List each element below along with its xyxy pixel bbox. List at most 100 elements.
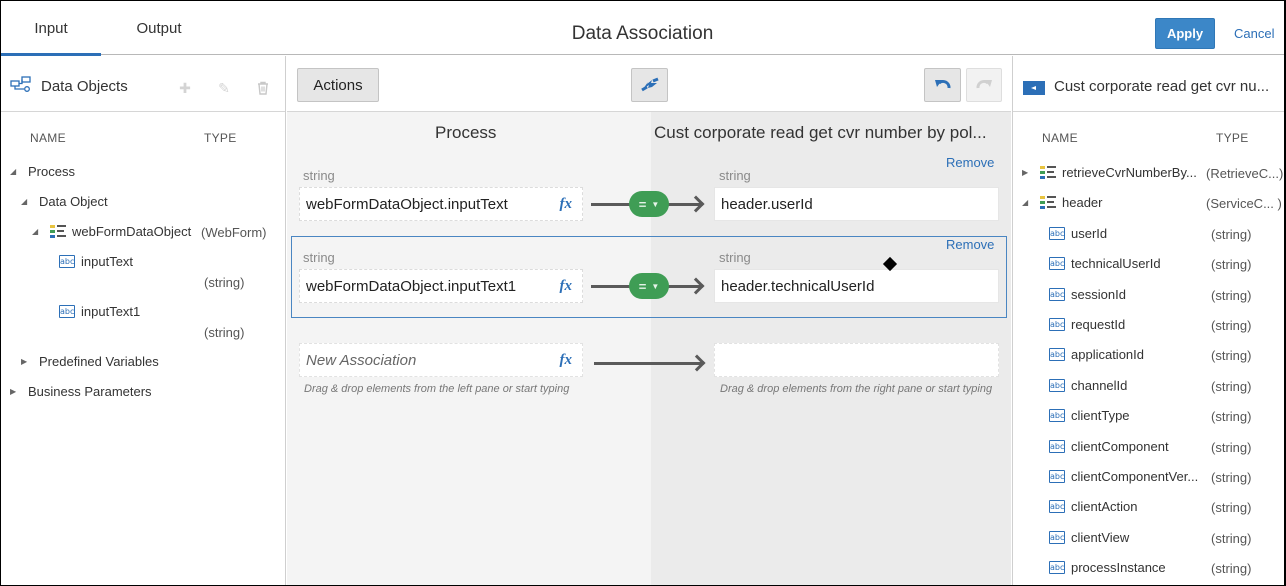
new-association-source-input[interactable]: New Association fx: [299, 343, 583, 377]
tree-item-label: inputText: [81, 254, 134, 269]
tree-item-inputtext1[interactable]: abc inputText1: [59, 304, 140, 319]
structure-icon: [1040, 165, 1056, 180]
tree-item[interactable]: abc technicalUserId: [1049, 256, 1161, 271]
tree-item-business-parameters[interactable]: ▶ Business Parameters: [10, 384, 152, 399]
tree-item[interactable]: abc clientAction: [1049, 499, 1137, 514]
tree-item-process[interactable]: ◢ Process: [10, 164, 75, 179]
auto-map-button[interactable]: [631, 68, 668, 102]
tree-item[interactable]: abc channelId: [1049, 378, 1127, 393]
structure-icon: [50, 224, 66, 239]
expanded-triangle-icon[interactable]: ◢: [21, 197, 31, 207]
tree-item-type: (string): [1211, 257, 1252, 273]
type-column-header: TYPE: [204, 131, 237, 145]
operator-dropdown[interactable]: = ▼: [629, 273, 669, 299]
tree-item-label: clientComponent: [1071, 438, 1169, 454]
tree-item-predefined-variables[interactable]: ▶ Predefined Variables: [21, 354, 159, 369]
tree-item-label: Predefined Variables: [39, 354, 159, 369]
tree-item-label: webFormDataObject: [72, 224, 192, 239]
target-expression-field[interactable]: header.technicalUserId: [714, 269, 999, 303]
string-icon: abc: [1049, 530, 1065, 544]
undo-icon: [934, 80, 950, 89]
tree-item-type: (string): [1211, 226, 1252, 242]
apply-button[interactable]: Apply: [1155, 18, 1215, 49]
collapsed-triangle-icon[interactable]: ▶: [21, 357, 31, 367]
expression-builder-icon[interactable]: fx: [560, 352, 573, 369]
expanded-triangle-icon[interactable]: ◢: [10, 167, 20, 177]
structure-icon: [1040, 195, 1056, 210]
cancel-button[interactable]: Cancel: [1234, 26, 1274, 41]
expanded-triangle-icon[interactable]: ◢: [32, 227, 42, 237]
tree-item-label: userId: [1071, 225, 1108, 241]
tree-item-data-object[interactable]: ◢ Data Object: [21, 194, 108, 209]
data-objects-title: Data Objects: [41, 78, 128, 95]
left-drop-hint: Drag & drop elements from the left pane …: [304, 383, 570, 395]
tree-item-label: sessionId: [1071, 286, 1126, 302]
expanded-triangle-icon[interactable]: ◢: [1022, 198, 1032, 208]
source-expression-field[interactable]: webFormDataObject.inputText1 fx: [299, 269, 583, 303]
tree-item[interactable]: abc userId: [1049, 226, 1107, 241]
source-expression-value: webFormDataObject.inputText1: [306, 277, 517, 295]
remove-association-button[interactable]: Remove: [946, 155, 994, 170]
tree-item[interactable]: abc clientType: [1049, 408, 1130, 423]
remove-association-button[interactable]: Remove: [946, 237, 994, 252]
undo-button[interactable]: [924, 68, 961, 102]
service-data-pane: Cust corporate read get cvr nu... NAME T…: [1012, 56, 1284, 585]
tree-item-label: clientAction: [1071, 499, 1138, 515]
tree-item[interactable]: abc clientComponent: [1049, 439, 1169, 454]
new-association-target-input[interactable]: [714, 343, 999, 377]
target-expression-value: header.userId: [721, 195, 813, 213]
dialog-header: Input Output Data Association Apply Canc…: [1, 1, 1284, 56]
auto-map-icon: [640, 77, 659, 92]
string-icon: abc: [1049, 378, 1065, 392]
target-expression-field[interactable]: header.userId: [714, 187, 999, 221]
tree-item-inputtext[interactable]: abc inputText: [59, 254, 133, 269]
source-expression-field[interactable]: webFormDataObject.inputText fx: [299, 187, 583, 221]
tree-item-type: (string): [204, 275, 245, 290]
collapsed-triangle-icon[interactable]: ▶: [10, 387, 20, 397]
tree-item-label: Data Object: [39, 194, 108, 209]
string-icon: abc: [1049, 470, 1065, 483]
service-data-header: Cust corporate read get cvr nu...: [1013, 56, 1284, 112]
tree-item-label: Business Parameters: [28, 384, 152, 399]
source-type-label: string: [303, 168, 335, 183]
string-icon: abc: [59, 255, 75, 268]
tree-item[interactable]: abc clientView: [1049, 530, 1129, 545]
tree-item-type: (string): [1211, 530, 1252, 546]
string-icon: abc: [1049, 287, 1065, 301]
string-icon: abc: [1049, 439, 1065, 453]
tree-item-webformdataobject[interactable]: ◢ webFormDataObject: [32, 224, 191, 239]
string-icon: abc: [1049, 348, 1065, 362]
data-objects-icon: [10, 76, 31, 92]
source-expression-value: webFormDataObject.inputText: [306, 195, 508, 213]
actions-button[interactable]: Actions: [297, 68, 379, 102]
string-icon: abc: [59, 305, 75, 318]
tree-item[interactable]: abc clientComponentVer...: [1049, 469, 1198, 484]
tree-item-type: (string): [1211, 287, 1252, 303]
tree-item[interactable]: abc sessionId: [1049, 287, 1126, 302]
string-icon: abc: [1049, 257, 1065, 271]
tree-item-type: (string): [1211, 378, 1252, 394]
tree-item[interactable]: ▶ retrieveCvrNumberBy...: [1022, 165, 1197, 180]
target-type-label: string: [719, 250, 751, 265]
tree-item[interactable]: abc processInstance: [1049, 560, 1166, 575]
expression-builder-icon[interactable]: fx: [560, 196, 573, 213]
tree-item[interactable]: abc requestId: [1049, 317, 1125, 332]
tree-item-type: (string): [204, 325, 245, 340]
data-objects-pane: Data Objects ✚ ✎ NAME TYPE ◢ Process ◢ D…: [1, 56, 286, 585]
tree-item[interactable]: abc applicationId: [1049, 347, 1144, 362]
tree-item-label: applicationId: [1071, 347, 1144, 363]
edit-icon[interactable]: ✎: [216, 80, 232, 96]
source-type-label: string: [303, 250, 335, 265]
tree-item[interactable]: ◢ header: [1022, 195, 1102, 210]
redo-button[interactable]: [966, 68, 1002, 102]
collapsed-triangle-icon[interactable]: ▶: [1022, 168, 1032, 178]
trash-icon[interactable]: [255, 80, 271, 96]
tree-item-type: (string): [1211, 348, 1252, 364]
expression-builder-icon[interactable]: fx: [560, 278, 573, 295]
tree-item-type: (string): [1211, 439, 1252, 455]
connector-line: [594, 362, 702, 365]
add-icon[interactable]: ✚: [177, 80, 193, 96]
data-objects-header: Data Objects ✚ ✎: [1, 56, 285, 112]
target-expression-value: header.technicalUserId: [721, 277, 875, 295]
operator-dropdown[interactable]: = ▼: [629, 191, 669, 217]
